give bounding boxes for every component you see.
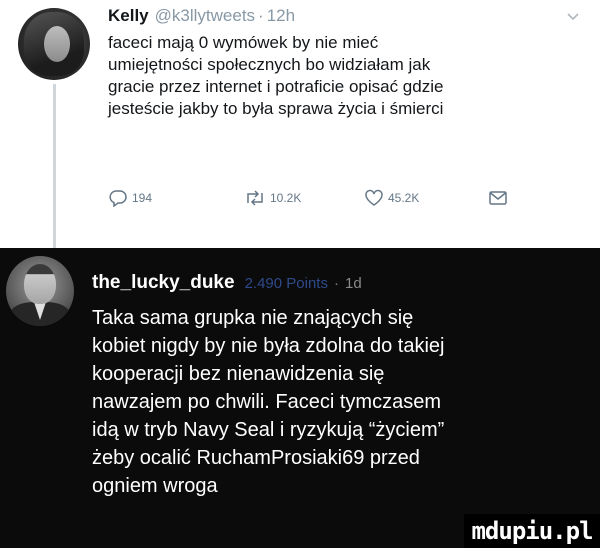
commenter-avatar[interactable] — [6, 256, 74, 326]
tweet-timestamp[interactable]: 12h — [267, 6, 295, 25]
comment-line: idą w tryb Navy Seal i ryzykują “życiem” — [92, 419, 445, 441]
comment-card: the_lucky_duke 2.490 Points · 1d Taka sama … — [0, 248, 600, 548]
site-watermark: mdupiu.pl — [464, 514, 600, 548]
retweet-icon — [247, 190, 263, 206]
tweet-line: umiejętności społecznych bo widziałam ja… — [108, 55, 431, 74]
tweet-author-avatar[interactable] — [18, 8, 90, 80]
comment-line: kobiet nigdy by nie była zdolna do takie… — [92, 335, 445, 357]
comment-line: nawzajem po chwili. Faceci tymczasem — [92, 391, 441, 413]
comment-header: the_lucky_duke 2.490 Points · 1d — [92, 272, 362, 296]
comment-line: kooperacji bez nienawidzenia się — [92, 363, 385, 385]
tweet-line: faceci mają 0 wymówek by nie mieć — [108, 33, 379, 52]
commenter-username[interactable]: the_lucky_duke — [92, 272, 235, 293]
reply-icon — [109, 190, 127, 207]
chevron-down-icon[interactable] — [566, 12, 580, 22]
thread-line — [53, 84, 56, 248]
separator-dot: · — [258, 6, 264, 25]
tweet-line: gracie przez internet i potraficie opisa… — [108, 77, 444, 96]
comment-line: ogniem wroga — [92, 475, 218, 497]
reply-count: 194 — [132, 191, 153, 205]
retweet-count: 10.2K — [270, 191, 302, 205]
tweet-body: faceci mają 0 wymówek by nie mieć umieję… — [108, 32, 578, 120]
comment-timestamp: 1d — [344, 275, 362, 292]
comment-body: Taka sama grupka nie znających się kobie… — [92, 304, 582, 500]
comment-line: Taka sama grupka nie znających się — [92, 307, 414, 329]
tweet-line: jesteście jakby to była sprawa życia i ś… — [108, 99, 444, 118]
heart-icon — [365, 189, 383, 206]
direct-message-button[interactable] — [488, 184, 512, 212]
reply-button[interactable]: 194 — [108, 184, 152, 212]
tweet-card: Kelly @k3llytweets · 12h faceci mają 0 wymó… — [0, 0, 600, 248]
avatar-face — [44, 26, 70, 62]
like-button[interactable]: 45.2K — [364, 184, 419, 212]
tweet-author-handle[interactable]: @k3llytweets — [155, 6, 255, 25]
comment-line: żeby ocalić RuchamProsiaki69 przed — [92, 447, 420, 469]
tweet-author-name[interactable]: Kelly — [108, 6, 149, 25]
commenter-points: 2.490 Points — [244, 275, 328, 292]
like-count: 45.2K — [388, 191, 420, 205]
avatar-head — [24, 264, 56, 304]
tweet-actions-bar: 194 10.2K 45.2K — [108, 184, 588, 212]
separator-dot: · — [333, 275, 339, 292]
tweet-header: Kelly @k3llytweets · 12h — [108, 6, 295, 28]
envelope-icon — [489, 191, 507, 205]
retweet-button[interactable]: 10.2K — [244, 184, 301, 212]
